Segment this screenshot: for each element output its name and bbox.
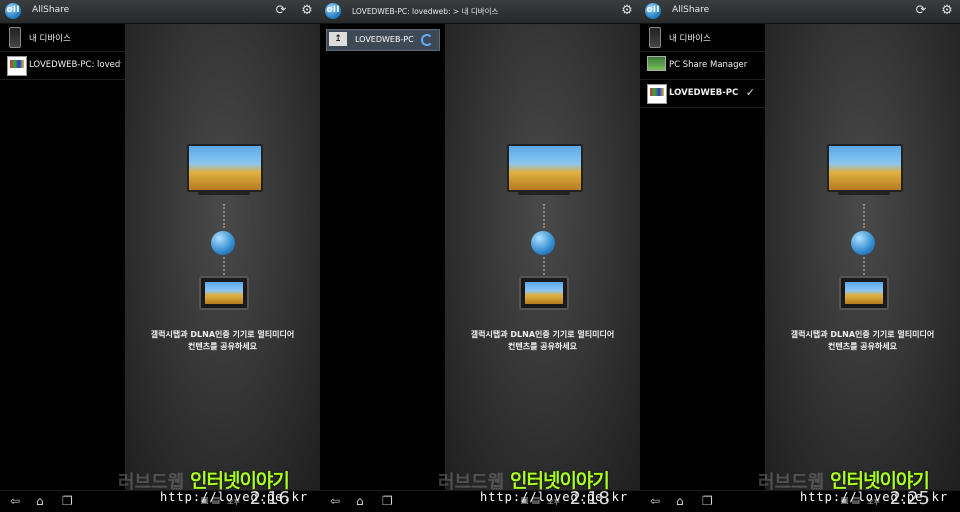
checkmark-icon: ✓ — [745, 86, 755, 99]
action-bar: oII AllShare ⟳ ⚙ — [640, 0, 960, 24]
allshare-logo-icon[interactable]: oII — [645, 3, 661, 19]
device-item-lovedweb-pc[interactable]: LOVEDWEB-PC: lovedv — [0, 52, 125, 80]
up-arrow-icon[interactable]: ↥ — [329, 32, 347, 46]
loading-spinner-icon — [421, 34, 433, 46]
device-item-pc-share-manager[interactable]: PC Share Manager — [640, 52, 765, 80]
monitor-icon — [647, 56, 666, 71]
back-icon[interactable]: ⇦ — [330, 494, 340, 508]
tv-icon — [507, 144, 583, 192]
device-list: ↥ LOVEDWEB-PC — [320, 24, 445, 490]
watermark-url: http://loved.pe.kr — [800, 490, 949, 504]
description-text: 갤럭시탭과 DLNA인증 기기로 멀티미디어 컨텐츠를 공유하세요 — [790, 330, 935, 351]
recent-apps-icon[interactable]: ❐ — [62, 494, 73, 508]
app-title: AllShare — [32, 5, 70, 15]
watermark-url: http://loved.pe.kr — [160, 490, 309, 504]
allshare-circle-icon — [851, 231, 875, 255]
connection-dots — [543, 257, 547, 275]
allshare-panel-1: oII AllShare ⟳ ⚙ 내 디바이스 LOVEDWEB-PC: lov… — [0, 0, 320, 512]
phone-icon — [9, 27, 21, 48]
tablet-icon — [519, 276, 569, 310]
phone-icon — [649, 27, 661, 48]
device-label: PC Share Manager — [669, 60, 748, 70]
tv-icon — [827, 144, 903, 192]
description-text: 갤럭시탭과 DLNA인증 기기로 멀티미디어 컨텐츠를 공유하세요 — [150, 330, 295, 351]
home-icon[interactable]: ⌂ — [676, 494, 684, 508]
tv-stand — [198, 190, 250, 195]
device-label: 내 디바이스 — [29, 34, 71, 44]
device-label: 내 디바이스 — [669, 34, 711, 44]
refresh-icon[interactable]: ⟳ — [274, 4, 288, 18]
watermark-url: http://loved.pe.kr — [480, 490, 629, 504]
connection-dots — [223, 204, 227, 228]
allshare-circle-icon — [531, 231, 555, 255]
share-illustration-area: 갤럭시탭과 DLNA인증 기기로 멀티미디어 컨텐츠를 공유하세요 — [445, 24, 640, 490]
description-text: 갤럭시탭과 DLNA인증 기기로 멀티미디어 컨텐츠를 공유하세요 — [470, 330, 615, 351]
connection-dots — [543, 204, 547, 228]
share-illustration-area: 갤럭시탭과 DLNA인증 기기로 멀티미디어 컨텐츠를 공유하세요 — [125, 24, 320, 490]
tv-stand — [838, 190, 890, 195]
gear-icon[interactable]: ⚙ — [300, 4, 314, 18]
tv-icon — [187, 144, 263, 192]
recent-apps-icon[interactable]: ❐ — [702, 494, 713, 508]
device-label: LOVEDWEB-PC: lovedv — [29, 60, 121, 70]
gear-icon[interactable]: ⚙ — [940, 4, 954, 18]
folder-label: LOVEDWEB-PC — [355, 35, 414, 44]
pc-icon — [647, 84, 667, 104]
tv-stand — [518, 190, 570, 195]
allshare-panel-3: oII AllShare ⟳ ⚙ 내 디바이스 PC Share Manager… — [640, 0, 960, 512]
device-list: 내 디바이스 LOVEDWEB-PC: lovedv — [0, 24, 125, 490]
share-illustration-area: 갤럭시탭과 DLNA인증 기기로 멀티미디어 컨텐츠를 공유하세요 — [765, 24, 960, 490]
action-bar: oII LOVEDWEB-PC: lovedweb: > 내 디바이스 ⚙ — [320, 0, 640, 24]
connection-dots — [863, 257, 867, 275]
device-item-lovedweb-pc[interactable]: LOVEDWEB-PC: l ✓ — [640, 80, 765, 108]
folder-up-item[interactable]: ↥ LOVEDWEB-PC — [326, 29, 440, 51]
app-title: AllShare — [672, 5, 710, 15]
home-icon[interactable]: ⌂ — [356, 494, 364, 508]
device-list: 내 디바이스 PC Share Manager LOVEDWEB-PC: l ✓ — [640, 24, 765, 490]
back-icon[interactable]: ⇦ — [650, 494, 660, 508]
back-icon[interactable]: ⇦ — [10, 494, 20, 508]
home-icon[interactable]: ⌂ — [36, 494, 44, 508]
connection-dots — [863, 204, 867, 228]
device-item-my-device[interactable]: 내 디바이스 — [640, 24, 765, 52]
breadcrumb: LOVEDWEB-PC: lovedweb: > 내 디바이스 — [352, 7, 499, 16]
action-bar: oII AllShare ⟳ ⚙ — [0, 0, 320, 24]
connection-dots — [223, 257, 227, 275]
tablet-icon — [199, 276, 249, 310]
allshare-logo-icon[interactable]: oII — [325, 3, 341, 19]
tablet-icon — [839, 276, 889, 310]
pc-icon — [7, 56, 27, 76]
allshare-panel-2: oII LOVEDWEB-PC: lovedweb: > 내 디바이스 ⚙ ↥ … — [320, 0, 640, 512]
device-label: LOVEDWEB-PC: l — [669, 88, 739, 98]
refresh-icon[interactable]: ⟳ — [914, 4, 928, 18]
gear-icon[interactable]: ⚙ — [620, 4, 634, 18]
device-item-my-device[interactable]: 내 디바이스 — [0, 24, 125, 52]
allshare-logo-icon[interactable]: oII — [5, 3, 21, 19]
allshare-circle-icon — [211, 231, 235, 255]
recent-apps-icon[interactable]: ❐ — [382, 494, 393, 508]
